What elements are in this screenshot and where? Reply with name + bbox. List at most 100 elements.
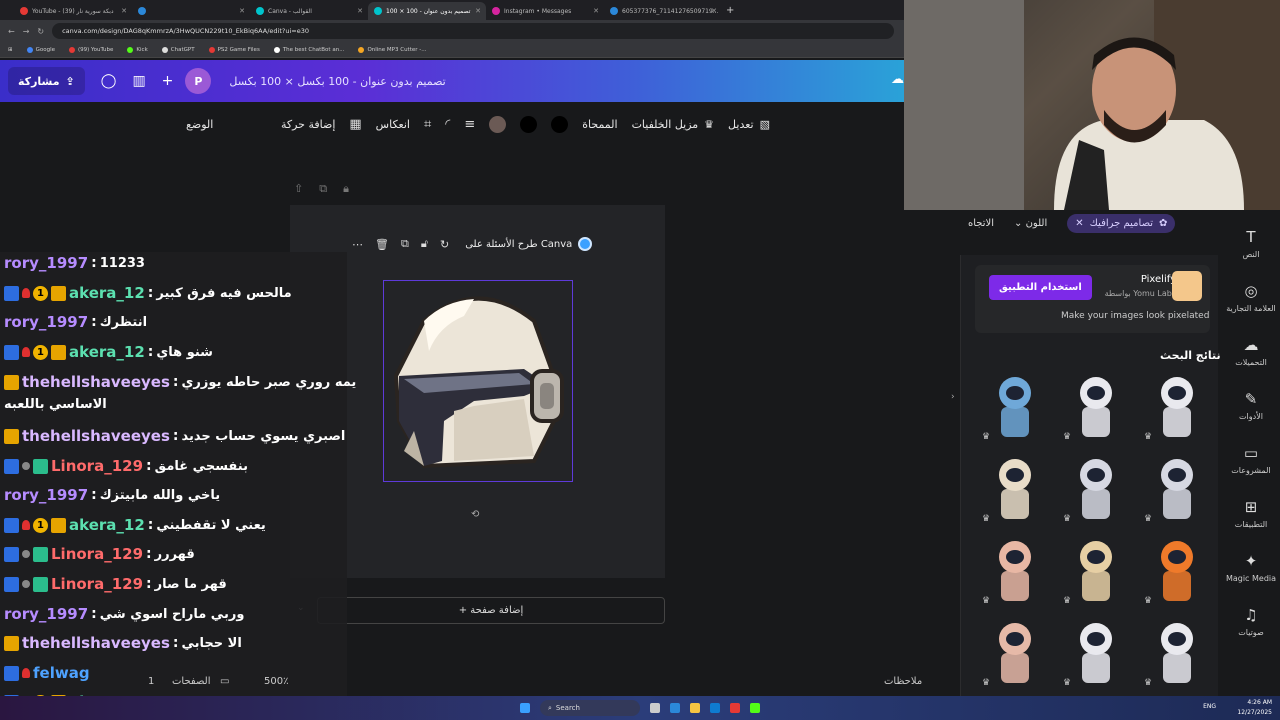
chat-username[interactable]: akera_12 — [69, 516, 145, 534]
close-tab-icon[interactable]: ✕ — [593, 7, 599, 15]
chat-username[interactable]: thehellshaveeyes — [22, 427, 170, 445]
bookmark-item[interactable]: The best ChatBot an... — [273, 46, 344, 53]
sidebar-item[interactable]: ✦ Magic Media — [1222, 552, 1280, 583]
pages-grid-icon[interactable]: ▭ — [220, 676, 229, 687]
export-icon[interactable]: ⇧ — [294, 182, 303, 196]
use-app-button[interactable]: استخدام التطبيق — [989, 275, 1092, 300]
avatar[interactable]: P — [185, 68, 212, 94]
animate-button[interactable]: إضافة حركة — [281, 118, 335, 131]
edge-icon[interactable] — [670, 703, 680, 713]
delete-icon[interactable]: 🗑︎ — [375, 238, 389, 251]
sidebar-item[interactable]: ⊞ التطبيقات — [1222, 498, 1280, 529]
close-tab-icon[interactable]: ✕ — [475, 7, 481, 15]
duplicate-icon[interactable]: ⧉ — [401, 237, 409, 251]
eraser-button[interactable]: الممحاة — [582, 118, 617, 131]
crop-icon[interactable]: ⌗ — [424, 117, 431, 132]
result-tile-blue-helmet[interactable]: ♛ — [980, 372, 1050, 444]
close-icon[interactable]: ✕ — [1075, 218, 1083, 229]
result-tile-astronaut-pose[interactable]: ♛ — [1061, 618, 1131, 690]
chat-username[interactable]: rory_1997 — [4, 313, 88, 331]
collapse-panel-icon[interactable]: › — [951, 392, 961, 408]
ask-canva-button[interactable]: طرح الأسئلة على Canva — [465, 237, 593, 251]
close-tab-icon[interactable]: ✕ — [121, 7, 127, 15]
chat-username[interactable]: thehellshaveeyes — [22, 634, 170, 652]
selected-helmet-image[interactable] — [383, 280, 573, 482]
bookmark-item[interactable]: (99) YouTube — [69, 46, 113, 53]
store-icon[interactable] — [710, 703, 720, 713]
cloud-sync-icon[interactable]: ☁ — [891, 72, 904, 87]
chat-username[interactable]: akera_12 — [69, 284, 145, 302]
task-view-icon[interactable] — [650, 703, 660, 713]
design-title[interactable]: تصميم بدون عنوان - 100 بكسل × 100 بكسل — [229, 75, 445, 88]
file-explorer-icon[interactable] — [690, 703, 700, 713]
chrome-icon[interactable] — [730, 703, 740, 713]
chat-username[interactable]: Linora_129 — [51, 575, 143, 593]
bookmark-item[interactable]: PS2 Game Files — [208, 46, 260, 53]
new-tab-icon[interactable]: + — [726, 5, 734, 16]
result-tile-jar[interactable]: ♛ — [980, 618, 1050, 690]
lock-element-icon[interactable]: 🔓︎ — [421, 237, 428, 251]
sidebar-item[interactable]: ✎ الأدوات — [1222, 390, 1280, 421]
filter-color[interactable]: ⌄ اللون — [1014, 218, 1047, 229]
url-field[interactable]: canva.com/design/DAG8qKmmrzA/3HwQUCN229t… — [52, 23, 894, 39]
pages-label[interactable]: الصفحات — [172, 676, 210, 687]
replace-icon[interactable]: ↻ — [440, 238, 449, 251]
bookmark-item[interactable]: Online MP3 Cutter -... — [358, 46, 427, 53]
share-button[interactable]: مشاركة ⇪ — [8, 67, 85, 95]
browser-tab[interactable]: تصميم بدون عنوان - 100 × 100 ✕ — [368, 2, 486, 20]
color-swatch-black-1[interactable] — [520, 115, 538, 133]
insights-icon[interactable]: ▥ — [132, 73, 145, 89]
color-swatch-black-2[interactable] — [551, 115, 569, 133]
taskbar-search[interactable]: ⌕ Search — [540, 700, 640, 716]
browser-tab[interactable]: ✕ — [132, 2, 250, 20]
result-tile-astronaut-floating[interactable]: ♛ — [1061, 454, 1131, 526]
browser-tab[interactable]: Instagram • Messages ✕ — [486, 2, 604, 20]
bookmark-item[interactable]: Kick — [127, 46, 148, 53]
close-tab-icon[interactable]: ✕ — [357, 7, 363, 15]
comment-icon[interactable]: ◯ — [101, 73, 117, 89]
color-swatch-brown[interactable] — [489, 115, 507, 133]
sidebar-item[interactable]: ☁ التحميلات — [1222, 336, 1280, 367]
chat-username[interactable]: rory_1997 — [4, 254, 88, 272]
clock[interactable]: 4:26 AM 12/27/2025 — [1237, 698, 1272, 718]
browser-tab[interactable]: YouTube - (39) دبكة سورية نار ✕ — [14, 2, 132, 20]
result-tile-easel[interactable]: ♛ — [1061, 536, 1131, 608]
sidebar-item[interactable]: ◎ العلامة التجارية — [1222, 282, 1280, 313]
add-icon[interactable]: + — [162, 73, 174, 89]
result-tile-tan-helmet[interactable]: ♛ — [980, 454, 1050, 526]
add-page-button[interactable]: + إضافة صفحة — [317, 597, 665, 624]
chat-username[interactable]: rory_1997 — [4, 605, 88, 623]
flip-button[interactable]: انعكاس — [376, 118, 410, 131]
duplicate-page-icon[interactable]: ⧉ — [319, 182, 327, 196]
lock-icon[interactable]: 🔒︎ — [343, 182, 349, 196]
result-tile-pixel-tile[interactable]: ♛ — [980, 536, 1050, 608]
bookmark-item[interactable]: ChatGPT — [161, 46, 195, 53]
chat-username[interactable]: rory_1997 — [4, 486, 88, 504]
result-tile-campfire[interactable]: ♛ — [1142, 536, 1212, 608]
bg-remover-button[interactable]: مزيل الخلفيات ♛ — [632, 118, 714, 131]
more-icon[interactable]: ⋯ — [352, 238, 363, 251]
chat-username[interactable]: Linora_129 — [51, 457, 143, 475]
back-icon[interactable]: ← — [8, 27, 15, 36]
edit-button[interactable]: تعديل ▧ — [728, 118, 770, 131]
chat-username[interactable]: Linora_129 — [51, 545, 143, 563]
lines-icon[interactable]: ≡ — [464, 117, 475, 132]
notes-button[interactable]: ملاحظات — [884, 676, 922, 687]
sidebar-item[interactable]: T النص — [1222, 228, 1280, 259]
apps-grid-icon[interactable]: ⊞ — [8, 47, 13, 53]
filter-direction[interactable]: الاتجاه — [968, 218, 994, 229]
bookmark-item[interactable]: Google — [26, 46, 55, 53]
sidebar-item[interactable]: ▭ المشروعات — [1222, 444, 1280, 475]
result-tile-astronaut-white[interactable]: ♛ — [1142, 618, 1212, 690]
browser-tab[interactable]: Canva - القوالب ✕ — [250, 2, 368, 20]
chat-username[interactable]: akera_12 — [69, 343, 145, 361]
filter-chip-graphics[interactable]: ✕ تصاميم جرافيك ✿ — [1067, 213, 1176, 233]
result-tile-astronaut-standing[interactable]: ♛ — [1142, 372, 1212, 444]
sidebar-item[interactable]: ♫ صوتيات — [1222, 606, 1280, 637]
input-language[interactable]: ENG — [1203, 703, 1216, 710]
close-tab-icon[interactable]: ✕ — [711, 7, 717, 15]
result-tile-astronaut-jumping[interactable]: ♛ — [1061, 372, 1131, 444]
reload-icon[interactable]: ↻ — [37, 27, 44, 36]
zoom-value[interactable]: 500٪ — [264, 676, 288, 687]
result-tile-astronaut-blue-visor[interactable]: ♛ — [1142, 454, 1212, 526]
